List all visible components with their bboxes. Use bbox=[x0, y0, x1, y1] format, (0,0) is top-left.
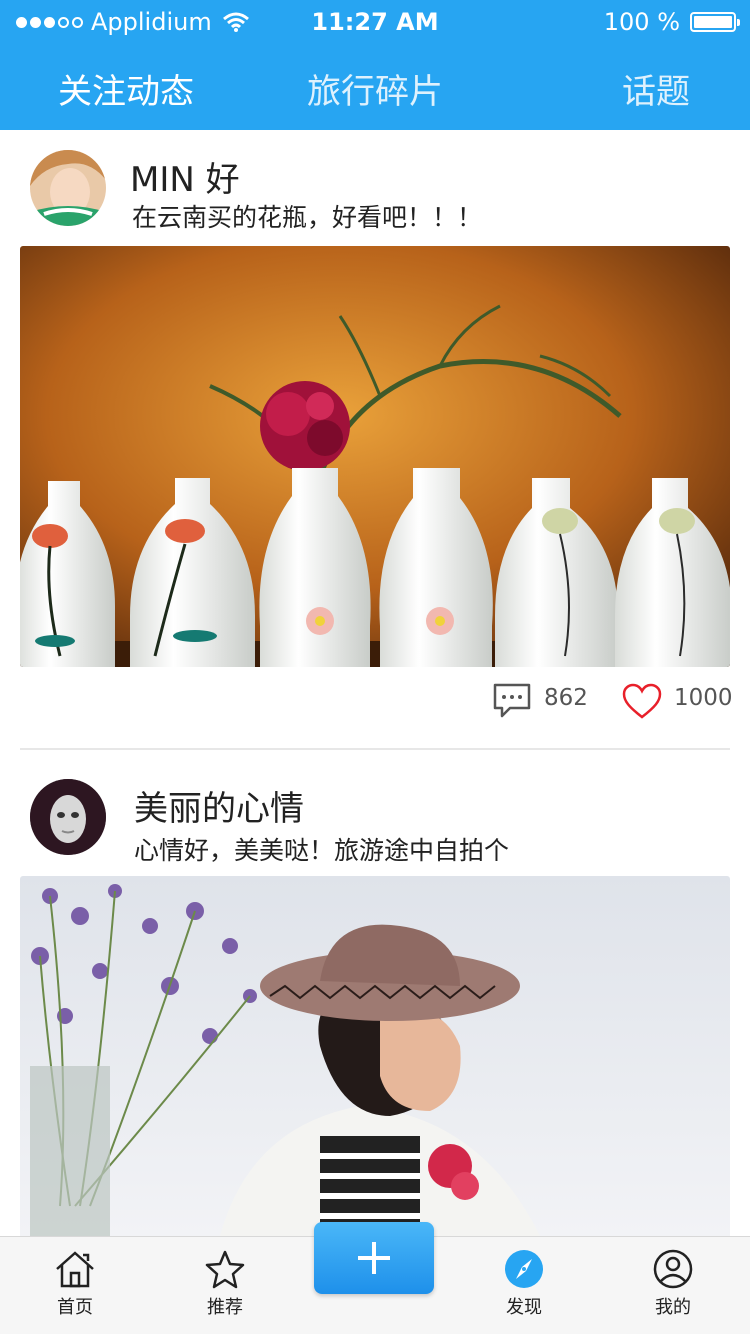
comment-icon[interactable] bbox=[492, 682, 532, 718]
heart-icon[interactable] bbox=[621, 682, 663, 720]
post-username[interactable]: 美丽的心情 bbox=[134, 781, 304, 830]
home-icon bbox=[56, 1251, 94, 1288]
post-username[interactable]: MIN 好 bbox=[130, 152, 240, 201]
profile-icon bbox=[653, 1249, 693, 1289]
tab-home[interactable]: 首页 bbox=[30, 1249, 120, 1319]
tab-recommend-label: 推荐 bbox=[207, 1297, 243, 1318]
top-tabs: 关注动态 旅行碎片 话题 bbox=[0, 58, 750, 122]
app-header: Applidium 11:27 AM 100 % 关注动态 旅行碎片 话题 bbox=[0, 0, 750, 130]
tab-me[interactable]: 我的 bbox=[628, 1249, 718, 1319]
post-header: 美丽的心情 心情好，美美哒！旅游途中自拍个 bbox=[30, 779, 730, 865]
battery-status: 100 % bbox=[603, 8, 740, 36]
compass-icon bbox=[505, 1250, 543, 1288]
plus-icon bbox=[358, 1242, 390, 1274]
tab-discover[interactable]: 发现 bbox=[479, 1249, 569, 1319]
comment-count: 862 bbox=[544, 685, 588, 711]
tab-discover-label: 发现 bbox=[506, 1297, 542, 1318]
post-photo[interactable] bbox=[20, 876, 730, 1236]
tab-topics[interactable]: 话题 bbox=[622, 64, 690, 113]
avatar[interactable] bbox=[30, 779, 106, 855]
tab-me-label: 我的 bbox=[655, 1297, 691, 1318]
star-icon bbox=[205, 1250, 245, 1289]
post-caption: 在云南买的花瓶，好看吧！！！ bbox=[132, 203, 483, 232]
post-photo[interactable] bbox=[20, 246, 730, 667]
battery-percent: 100 % bbox=[603, 8, 680, 36]
post-caption: 心情好，美美哒！旅游途中自拍个 bbox=[134, 836, 510, 865]
like-count: 1000 bbox=[674, 685, 733, 711]
post-header: MIN 好 在云南买的花瓶，好看吧！！！ bbox=[30, 150, 730, 232]
tab-recommend[interactable]: 推荐 bbox=[180, 1249, 270, 1319]
status-bar: Applidium 11:27 AM 100 % bbox=[0, 0, 750, 48]
tab-home-label: 首页 bbox=[57, 1297, 93, 1318]
post-actions: 862 1000 bbox=[0, 680, 750, 720]
create-post-button[interactable] bbox=[314, 1222, 434, 1294]
post-divider bbox=[20, 748, 730, 750]
battery-icon bbox=[690, 12, 740, 32]
avatar[interactable] bbox=[30, 150, 106, 226]
